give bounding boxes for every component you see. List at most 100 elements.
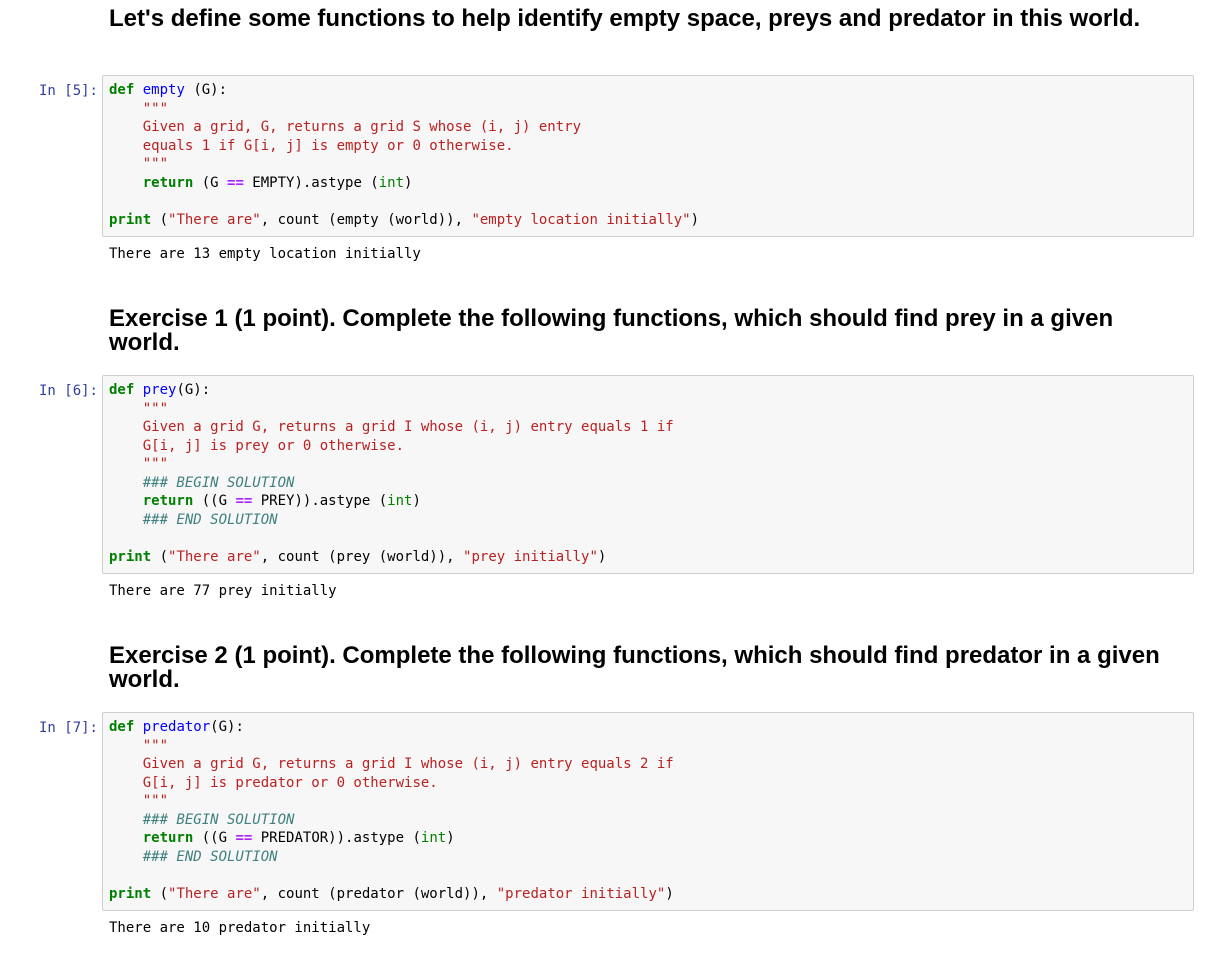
keyword: return [142, 174, 194, 191]
code-line: Given a grid G, returns a grid I whose (… [109, 755, 1193, 774]
code-line: ### BEGIN SOLUTION [109, 811, 1193, 830]
code-text: PREY)).astype ( [252, 493, 388, 509]
code-line: def predator(G): [109, 718, 1193, 737]
code-line: def prey(G): [109, 381, 1193, 400]
code-line: """ [109, 792, 1193, 811]
docstring: """ [142, 400, 169, 417]
code-line: ### END SOLUTION [109, 848, 1193, 867]
docstring: Given a grid, G, returns a grid S whose … [142, 119, 582, 135]
operator: == [227, 174, 244, 191]
code-text: ( [151, 211, 169, 228]
code-line: """ [109, 400, 1193, 419]
function-name: empty [142, 82, 185, 98]
builtin: int [378, 174, 405, 191]
operator: == [235, 830, 253, 846]
cell-prompt: In [7]: [38, 720, 98, 736]
code-text: ( [151, 548, 169, 565]
operator: == [235, 493, 253, 509]
code-line: equals 1 if G[i, j] is empty or 0 otherw… [109, 137, 1193, 156]
docstring: G[i, j] is predator or 0 otherwise. [142, 774, 438, 791]
cell-output: There are 13 empty location initially [109, 246, 421, 262]
code-text: , count (empty (world)), [260, 211, 472, 228]
code-line: """ [109, 737, 1193, 756]
code-line: return ((G == PREY)).astype (int) [109, 492, 1193, 511]
code-text: ) [404, 174, 413, 191]
docstring: """ [142, 793, 169, 809]
string: "There are" [168, 548, 261, 565]
keyword: return [142, 493, 194, 509]
code-text: ) [597, 548, 607, 565]
code-line: G[i, j] is predator or 0 otherwise. [109, 774, 1193, 793]
code-line: return ((G == PREDATOR)).astype (int) [109, 829, 1193, 848]
comment: ### BEGIN SOLUTION [142, 811, 295, 828]
docstring: """ [142, 156, 169, 172]
code-line: ### END SOLUTION [109, 511, 1193, 530]
code-line: """ [109, 455, 1193, 474]
cell-prompt: In [5]: [38, 83, 98, 99]
code-text: , count (prey (world)), [260, 548, 464, 565]
cell-prompt: In [6]: [38, 383, 98, 399]
code-line: Given a grid G, returns a grid I whose (… [109, 418, 1193, 437]
code-text: ) [446, 830, 455, 846]
cell-output: There are 77 prey initially [109, 583, 337, 599]
string: "empty location initially" [471, 211, 691, 228]
code-text: ( [151, 885, 169, 902]
keyword: print [109, 211, 152, 228]
code-text: (G): [184, 82, 228, 98]
code-line: print ("There are", count (prey (world))… [109, 548, 1193, 567]
code-text: ((G [193, 493, 236, 509]
comment: ### END SOLUTION [142, 848, 278, 865]
code-line: return (G == EMPTY).astype (int) [109, 174, 1193, 193]
code-line: ### BEGIN SOLUTION [109, 474, 1193, 493]
code-line: """ [109, 100, 1193, 119]
keyword: def [109, 82, 135, 98]
code-cell-input[interactable]: def prey(G): """ Given a grid G, returns… [102, 375, 1194, 574]
code-text: ) [690, 211, 700, 228]
code-line: Given a grid, G, returns a grid S whose … [109, 118, 1193, 137]
keyword: return [142, 830, 194, 846]
code-cell-input[interactable]: def predator(G): """ Given a grid G, ret… [102, 712, 1194, 911]
code-line: print ("There are", count (empty (world)… [109, 211, 1193, 230]
docstring: G[i, j] is prey or 0 otherwise. [142, 437, 405, 454]
docstring: Given a grid G, returns a grid I whose (… [142, 419, 674, 435]
function-name: predator [142, 719, 211, 735]
code-text: PREDATOR)).astype ( [252, 830, 421, 846]
comment: ### END SOLUTION [142, 511, 278, 528]
code-line: G[i, j] is prey or 0 otherwise. [109, 437, 1193, 456]
code-text: (G): [210, 719, 244, 735]
keyword: def [109, 719, 135, 735]
keyword: print [109, 885, 152, 902]
code-text: (G): [176, 382, 211, 398]
string: "There are" [168, 885, 261, 902]
docstring: Given a grid G, returns a grid I whose (… [142, 756, 674, 772]
code-line: print ("There are", count (predator (wor… [109, 885, 1193, 904]
code-text: , count (predator (world)), [260, 885, 497, 902]
code-line: """ [109, 155, 1193, 174]
code-text: EMPTY).astype ( [243, 174, 379, 191]
docstring: """ [142, 100, 169, 117]
markdown-heading: Let's define some functions to help iden… [109, 5, 1141, 32]
keyword: def [109, 382, 135, 398]
docstring: """ [142, 737, 169, 754]
builtin: int [387, 493, 413, 509]
comment: ### BEGIN SOLUTION [142, 474, 295, 491]
docstring: """ [142, 456, 169, 472]
code-text: ) [665, 885, 674, 902]
cell-output: There are 10 predator initially [109, 920, 371, 936]
string: "predator initially" [496, 885, 666, 902]
code-text: (G [193, 174, 228, 191]
function-name: prey [142, 382, 177, 398]
string: "prey initially" [463, 548, 598, 565]
keyword: print [109, 548, 152, 565]
code-line: def empty (G): [109, 81, 1193, 100]
string: "There are" [168, 211, 261, 228]
code-cell-input[interactable]: def empty (G): """ Given a grid, G, retu… [102, 75, 1194, 237]
docstring: equals 1 if G[i, j] is empty or 0 otherw… [142, 137, 514, 154]
builtin: int [420, 830, 447, 846]
code-text: ((G [193, 830, 236, 846]
markdown-heading: Exercise 1 (1 point). Complete the follo… [109, 305, 1114, 356]
code-text: ) [412, 493, 421, 509]
